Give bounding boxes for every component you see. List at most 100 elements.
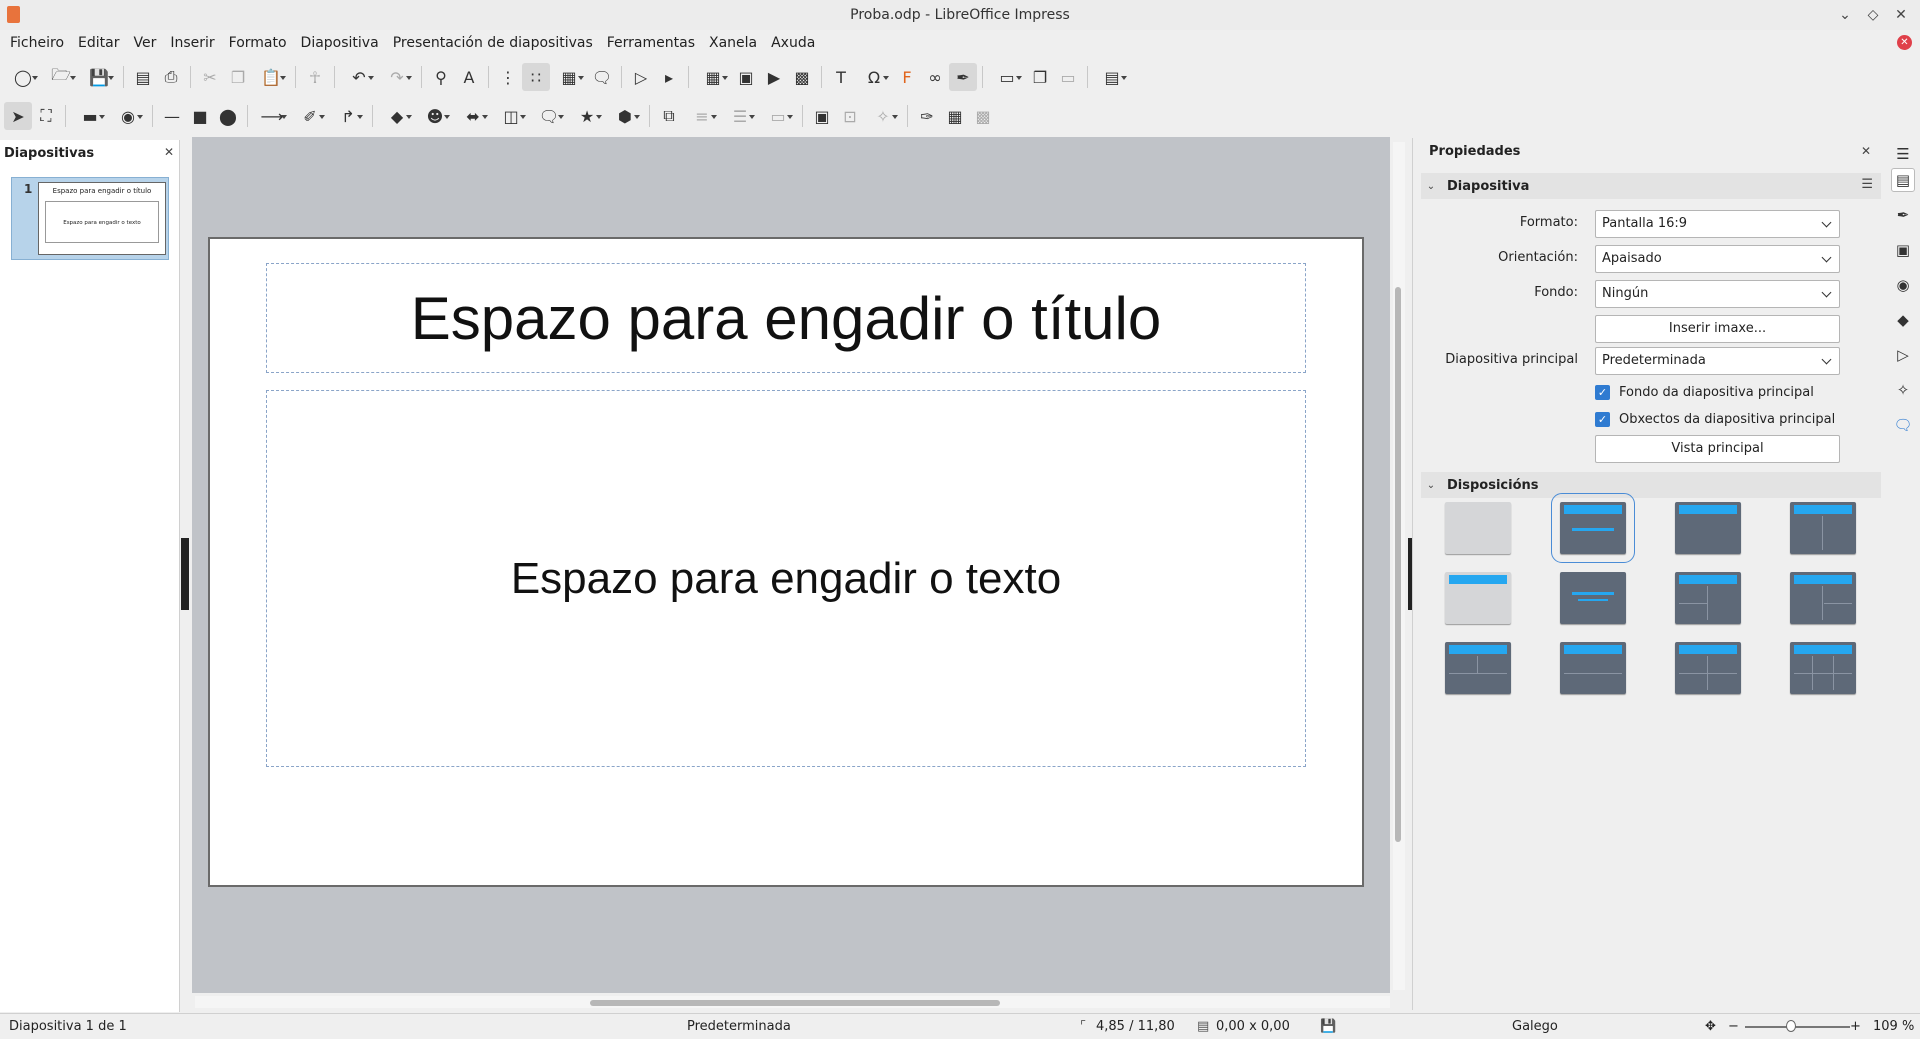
callouts-icon[interactable]: 🗨 [530,102,568,130]
vertical-scrollbar[interactable] [1393,142,1405,990]
filter-icon[interactable]: ✧ [864,102,902,130]
undo-icon[interactable]: ↶ [340,63,378,91]
animation-deck-icon[interactable]: ✧ [1891,378,1915,402]
layout-centered-text[interactable] [1560,572,1626,624]
chart-icon[interactable]: ▩ [788,63,816,91]
menu-file[interactable]: Ficheiro [3,30,71,56]
fit-slide-icon[interactable]: ✥ [1705,1019,1716,1034]
glue-points-icon[interactable]: ▦ [941,102,969,130]
language[interactable]: Galego [1512,1019,1558,1034]
zoom-level[interactable]: 109 % [1873,1019,1914,1034]
rectangle-icon[interactable]: ■ [186,102,214,130]
slide-section-header[interactable]: ⌄ Diapositiva ☰ [1421,173,1881,199]
slides-pane-close-icon[interactable]: ✕ [164,145,174,159]
vertical-scroll-thumb[interactable] [1395,287,1401,842]
stars-icon[interactable]: ★ [568,102,606,130]
special-character-icon[interactable]: Ω [855,63,893,91]
maximize-icon[interactable]: ◇ [1862,4,1884,26]
spelling-icon[interactable]: A [455,63,483,91]
ellipse-icon[interactable]: ⬤ [214,102,242,130]
layout-title-2content-over-content[interactable] [1445,642,1511,694]
shadow-icon[interactable]: ▣ [808,102,836,130]
flowchart-icon[interactable]: ◫ [492,102,530,130]
horizontal-scrollbar[interactable] [195,996,1390,1008]
close-document-icon[interactable]: ✕ [1897,35,1912,50]
menu-tools[interactable]: Ferramentas [600,30,702,56]
properties-close-icon[interactable]: ✕ [1861,144,1871,158]
lines-arrows-icon[interactable]: ⟶ [253,102,291,130]
properties-deck-icon[interactable]: ▤ [1891,168,1915,192]
fontwork-icon[interactable]: F [893,63,921,91]
menu-help[interactable]: Axuda [764,30,822,56]
format-select[interactable]: Pantalla 16:9 [1595,210,1840,238]
text-placeholder[interactable]: Espazo para engadir o texto [266,390,1306,767]
arrange-icon[interactable]: ☰ [721,102,759,130]
orientation-select[interactable]: Apaisado [1595,245,1840,273]
slide-transition-deck-icon[interactable]: ▷ [1891,343,1915,367]
helplines-icon[interactable]: ∷ [522,63,550,91]
curves-icon[interactable]: ✐ [291,102,329,130]
minimize-icon[interactable]: ⌄ [1834,4,1856,26]
symbol-shapes-icon[interactable]: ☻ [416,102,454,130]
layout-title-content-2content[interactable] [1790,572,1856,624]
styles-deck-icon[interactable]: ✒ [1891,203,1915,227]
menu-slide[interactable]: Diapositiva [294,30,386,56]
layout-title-6content[interactable] [1790,642,1856,694]
master-view-button[interactable]: Vista principal [1595,435,1840,463]
distribute-icon[interactable]: ▭ [759,102,797,130]
layout-blank[interactable] [1445,502,1511,554]
horizontal-scroll-thumb[interactable] [590,1000,1000,1006]
menu-view[interactable]: Ver [126,30,163,56]
navigator-deck-icon[interactable]: ◉ [1891,273,1915,297]
toggle-extrusion-icon[interactable]: ▩ [969,102,997,130]
menu-format[interactable]: Formato [222,30,294,56]
export-pdf-icon[interactable]: ▤ [129,63,157,91]
new-slide-icon[interactable]: ▭ [988,63,1026,91]
save-icon[interactable]: 💾 [80,63,118,91]
check-icon[interactable]: ✓ [1595,411,1610,427]
line-color-icon[interactable]: ▬ [71,102,109,130]
find-replace-icon[interactable]: ⚲ [427,63,455,91]
insert-image-button[interactable]: Inserir imaxe... [1595,315,1840,343]
text-box-icon[interactable]: T [827,63,855,91]
slide-thumbnail[interactable]: 1 Espazo para engadir o título Espazo pa… [11,177,169,260]
comment-icon[interactable]: 🗨 [588,63,616,91]
clone-formatting-icon[interactable]: ☥ [301,63,329,91]
document-modified-icon[interactable]: 💾 [1320,1019,1336,1034]
media-icon[interactable]: ▶ [760,63,788,91]
slide-canvas[interactable]: Espazo para engadir o título Espazo para… [192,137,1390,993]
gallery-deck-icon[interactable]: ▣ [1891,238,1915,262]
3d-objects-icon[interactable]: ⬢ [606,102,644,130]
layout-title-two-content[interactable] [1790,502,1856,554]
delete-slide-icon[interactable]: ▭ [1054,63,1082,91]
cut-icon[interactable]: ✂ [196,63,224,91]
layout-title-4content[interactable] [1675,642,1741,694]
start-current-slide-icon[interactable]: ▸ [655,63,683,91]
zoom-in-icon[interactable]: + [1850,1019,1861,1034]
slides-pane-collapse-handle[interactable] [181,538,189,610]
layout-title-content[interactable] [1551,493,1635,563]
menu-edit[interactable]: Editar [71,30,126,56]
master-slides-deck-icon[interactable]: 🗨 [1891,413,1915,437]
print-icon[interactable]: ⎙ [157,63,185,91]
layouts-section-header[interactable]: ⌄ Disposicións [1421,472,1881,498]
duplicate-slide-icon[interactable]: ❐ [1026,63,1054,91]
menu-insert[interactable]: Inserir [163,30,221,56]
zoom-slider[interactable] [1745,1026,1850,1028]
layout-title-content-over-content[interactable] [1560,642,1626,694]
zoom-slider-knob[interactable] [1786,1020,1796,1032]
table-icon[interactable]: ▦ [694,63,732,91]
title-placeholder[interactable]: Espazo para engadir o título [266,263,1306,373]
more-options-icon[interactable]: ☰ [1861,177,1873,192]
grid-icon[interactable]: ⋮ [494,63,522,91]
slide-layout-icon[interactable]: ▤ [1093,63,1131,91]
redo-icon[interactable]: ↷ [378,63,416,91]
image-icon[interactable]: ▣ [732,63,760,91]
block-arrows-icon[interactable]: ⬌ [454,102,492,130]
sidebar-menu-icon[interactable]: ☰ [1891,142,1915,166]
draw-functions-icon[interactable]: ✒ [949,63,977,91]
menu-slideshow[interactable]: Presentación de diapositivas [386,30,600,56]
master-objects-checkbox[interactable]: ✓ Obxectos da diapositiva principal [1595,408,1895,430]
zoom-pan-icon[interactable]: ⛶ [32,102,60,130]
line-icon[interactable]: — [158,102,186,130]
